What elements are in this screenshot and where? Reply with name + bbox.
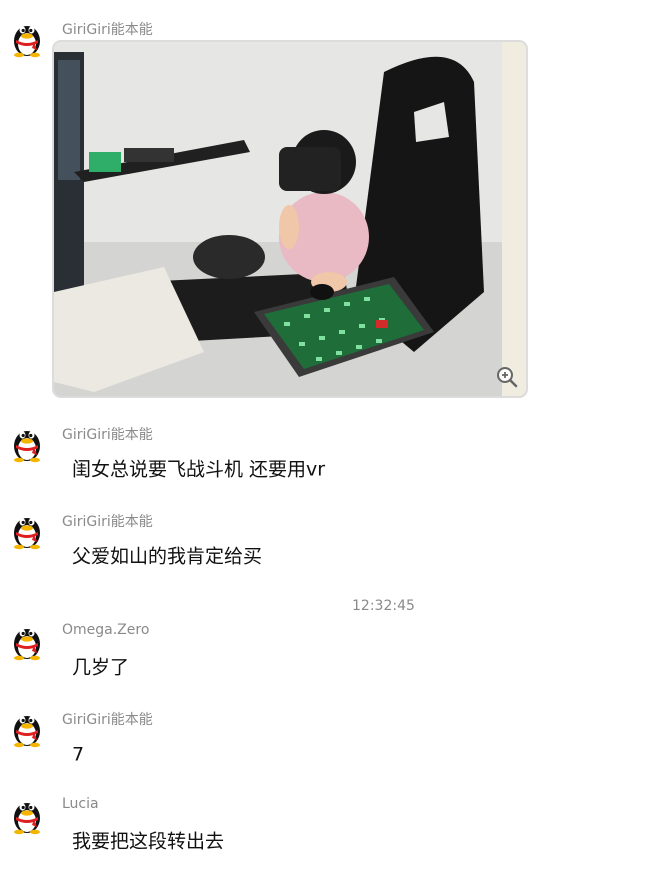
penguin-avatar-icon[interactable]	[7, 510, 47, 550]
message-bubble[interactable]: 7	[54, 731, 102, 779]
penguin-avatar-icon[interactable]	[7, 18, 47, 58]
message-bubble[interactable]: 我要把这段转出去	[54, 818, 252, 866]
sender-name: GiriGiri能本能	[62, 22, 153, 38]
message-text: 我要把这段转出去	[72, 830, 225, 853]
message-text: 父爱如山的我肯定给买	[72, 545, 263, 568]
penguin-avatar-icon[interactable]	[7, 423, 47, 463]
message-bubble[interactable]: 父爱如山的我肯定给买	[54, 533, 290, 581]
penguin-avatar-icon[interactable]	[7, 708, 47, 748]
penguin-avatar-icon[interactable]	[7, 795, 47, 835]
sender-name: GiriGiri能本能	[62, 514, 153, 530]
message-text: 几岁了	[72, 656, 130, 679]
shared-photo[interactable]	[52, 40, 528, 398]
message-bubble[interactable]: 几岁了	[54, 644, 148, 692]
timestamp: 12:32:45	[352, 598, 415, 614]
zoom-in-icon[interactable]	[496, 366, 518, 388]
sender-name: Omega.Zero	[62, 622, 150, 638]
sender-name: Lucia	[62, 796, 99, 812]
message-text: 7	[72, 743, 85, 766]
photo-vr-cockpit-illustration	[54, 42, 526, 396]
sender-name: GiriGiri能本能	[62, 712, 153, 728]
penguin-avatar-icon[interactable]	[7, 621, 47, 661]
sender-name: GiriGiri能本能	[62, 427, 153, 443]
message-text: 闺女总说要飞战斗机 还要用vr	[72, 458, 326, 481]
message-bubble[interactable]: 闺女总说要飞战斗机 还要用vr	[54, 446, 358, 494]
